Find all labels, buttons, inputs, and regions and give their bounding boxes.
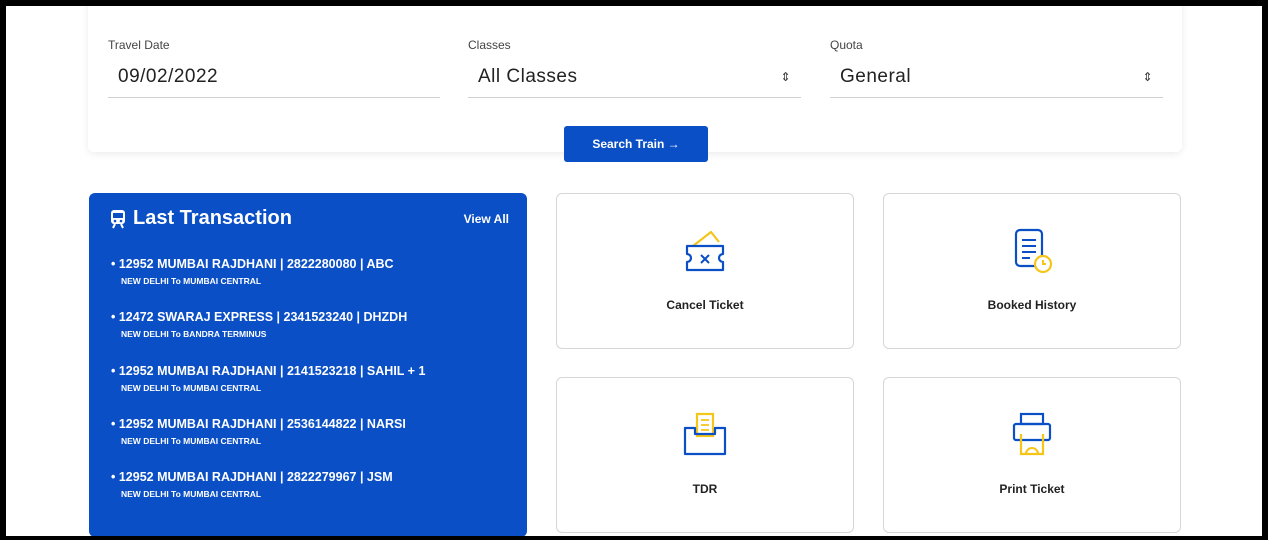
transaction-item[interactable]: • 12472 SWARAJ EXPRESS | 2341523240 | DH… — [111, 310, 407, 339]
view-all-link[interactable]: View All — [464, 212, 509, 226]
last-transaction-panel: Last Transaction View All • 12952 MUMBAI… — [89, 193, 527, 536]
classes-dropdown-arrow-icon: ⇕ — [780, 70, 791, 84]
classes-value: All Classes — [478, 66, 578, 87]
tdr-label: TDR — [692, 482, 718, 496]
search-train-button[interactable]: Search Train → — [564, 126, 708, 162]
train-icon — [111, 210, 125, 229]
booked-history-card[interactable]: Booked History — [883, 193, 1181, 349]
transaction-item[interactable]: • 12952 MUMBAI RAJDHANI | 2141523218 | S… — [111, 364, 425, 393]
page-frame: Travel Date 09/02/2022 Classes All Class… — [6, 6, 1262, 536]
travel-date-value: 09/02/2022 — [118, 66, 219, 87]
transaction-item[interactable]: • 12952 MUMBAI RAJDHANI | 2822279967 | J… — [111, 470, 393, 499]
transaction-route: NEW DELHI To MUMBAI CENTRAL — [121, 276, 262, 286]
transaction-item[interactable]: • 12952 MUMBAI RAJDHANI | 2822280080 | A… — [111, 257, 394, 286]
quota-label: Quota — [830, 38, 863, 52]
transaction-summary: • 12952 MUMBAI RAJDHANI | 2822279967 | J… — [111, 470, 393, 484]
cancel-ticket-card[interactable]: Cancel Ticket — [556, 193, 854, 349]
print-ticket-icon — [1012, 412, 1052, 456]
tdr-card[interactable]: TDR — [556, 377, 854, 533]
last-transaction-title: Last Transaction — [133, 207, 292, 229]
transaction-summary: • 12952 MUMBAI RAJDHANI | 2822280080 | A… — [111, 257, 394, 271]
transaction-route: NEW DELHI To MUMBAI CENTRAL — [121, 383, 262, 393]
transaction-summary: • 12952 MUMBAI RAJDHANI | 2536144822 | N… — [111, 417, 406, 431]
transaction-item[interactable]: • 12952 MUMBAI RAJDHANI | 2536144822 | N… — [111, 417, 406, 446]
transaction-summary: • 12472 SWARAJ EXPRESS | 2341523240 | DH… — [111, 310, 408, 324]
travel-date-input[interactable]: 09/02/2022 — [108, 64, 440, 98]
booked-history-label: Booked History — [987, 298, 1077, 312]
classes-dropdown[interactable]: All Classes ⇕ — [468, 64, 801, 98]
classes-label: Classes — [468, 38, 511, 52]
transaction-route: NEW DELHI To BANDRA TERMINUS — [121, 329, 267, 339]
print-ticket-label: Print Ticket — [999, 482, 1065, 496]
cancel-ticket-icon — [685, 230, 725, 272]
travel-date-label: Travel Date — [108, 38, 170, 52]
print-ticket-card[interactable]: Print Ticket — [883, 377, 1181, 533]
cancel-ticket-label: Cancel Ticket — [666, 298, 744, 312]
tdr-icon — [683, 412, 727, 456]
quota-value: General — [840, 66, 912, 87]
transaction-summary: • 12952 MUMBAI RAJDHANI | 2141523218 | S… — [111, 364, 426, 378]
quota-dropdown[interactable]: General ⇕ — [830, 64, 1163, 98]
transaction-route: NEW DELHI To MUMBAI CENTRAL — [121, 436, 262, 446]
booked-history-icon — [1014, 228, 1053, 274]
quota-dropdown-arrow-icon: ⇕ — [1142, 70, 1153, 84]
transaction-route: NEW DELHI To MUMBAI CENTRAL — [121, 489, 262, 499]
